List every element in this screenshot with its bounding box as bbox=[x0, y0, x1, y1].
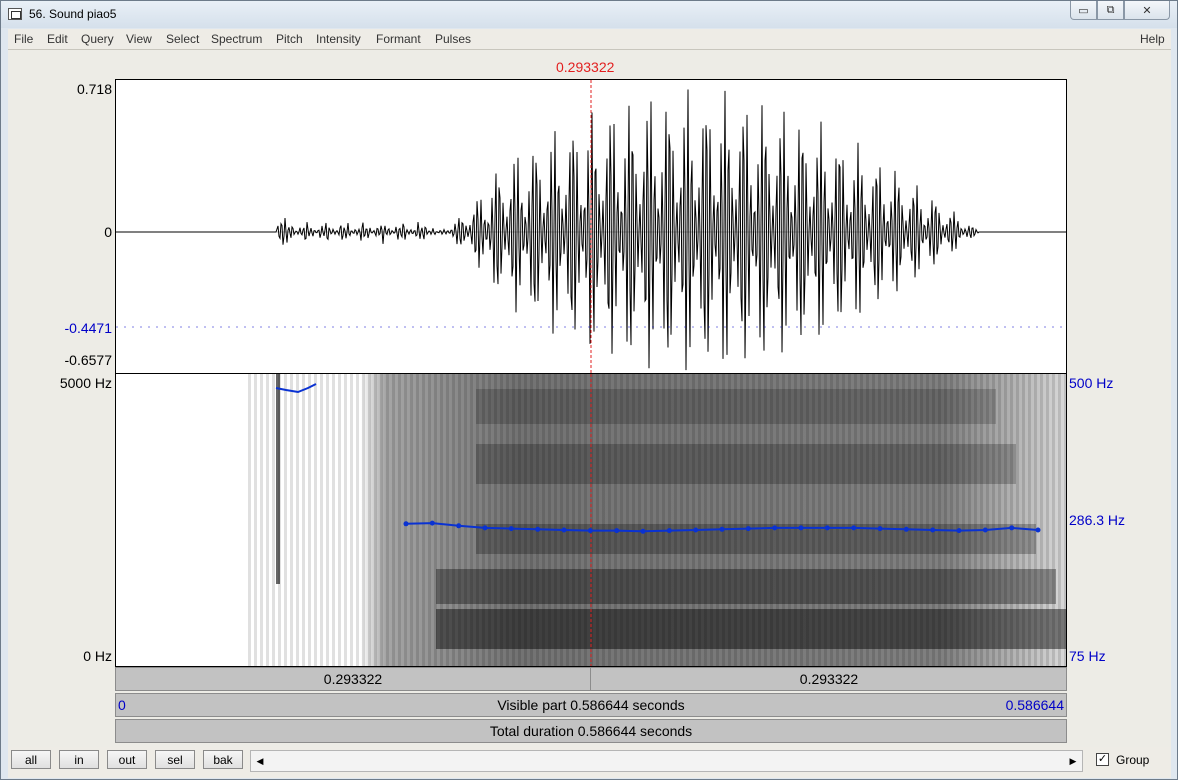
window-title: 56. Sound piao5 bbox=[29, 7, 117, 21]
editor-area: 0.293322 0.718 0 -0.4471 -0.6577 5000 Hz… bbox=[8, 50, 1171, 778]
burst-stripe bbox=[276, 374, 280, 584]
pitch-point bbox=[403, 521, 409, 527]
pitch-min-label: 75 Hz bbox=[1069, 648, 1106, 664]
pitch-point bbox=[640, 528, 646, 534]
formant-band-2 bbox=[436, 569, 1056, 604]
group-label: Group bbox=[1116, 753, 1150, 767]
pitch-point bbox=[456, 523, 462, 529]
pitch-point bbox=[877, 526, 883, 532]
pitch-point bbox=[982, 527, 988, 533]
restore-button[interactable]: ⧉ bbox=[1097, 1, 1124, 20]
waveform-y-min: -0.6577 bbox=[64, 352, 112, 368]
menu-formant[interactable]: Formant bbox=[376, 32, 421, 46]
right-segment-duration[interactable]: 0.293322 bbox=[592, 671, 1066, 687]
visible-part-bar[interactable]: 0 Visible part 0.586644 seconds 0.586644 bbox=[115, 693, 1067, 717]
pitch-point bbox=[1035, 527, 1041, 533]
spectrogram-freq-max: 5000 Hz bbox=[59, 375, 112, 391]
title-bar: 56. Sound piao5 ▭ ⧉ ✕ bbox=[1, 1, 1177, 28]
formant-band-5 bbox=[476, 389, 996, 424]
pitch-point bbox=[956, 528, 962, 534]
visible-part-label: Visible part 0.586644 seconds bbox=[497, 697, 685, 713]
menu-pitch[interactable]: Pitch bbox=[276, 32, 303, 46]
menu-bar: File Edit Query View Select Spectrum Pit… bbox=[8, 29, 1171, 50]
pitch-point bbox=[930, 527, 936, 533]
pitch-point bbox=[1009, 525, 1015, 531]
pitch-point bbox=[798, 525, 804, 531]
zoom-out-button[interactable]: out bbox=[107, 750, 147, 769]
pitch-max-label: 500 Hz bbox=[1069, 375, 1114, 391]
pitch-point bbox=[666, 528, 672, 534]
pitch-point bbox=[614, 528, 620, 534]
pitch-point bbox=[824, 525, 830, 531]
total-duration-bar[interactable]: Total duration 0.586644 seconds bbox=[115, 719, 1067, 743]
pitch-point bbox=[561, 527, 567, 533]
cursor-time-readout: 0.293322 bbox=[556, 59, 615, 75]
menu-view[interactable]: View bbox=[126, 32, 152, 46]
waveform-y-zero: 0 bbox=[104, 224, 112, 240]
spectrogram-plot bbox=[246, 374, 1066, 666]
menu-intensity[interactable]: Intensity bbox=[316, 32, 361, 46]
zoom-selection-button[interactable]: sel bbox=[155, 750, 195, 769]
praat-sound-window: 56. Sound piao5 ▭ ⧉ ✕ File Edit Query Vi… bbox=[0, 0, 1178, 780]
close-button[interactable]: ✕ bbox=[1124, 1, 1170, 20]
formant-band-1 bbox=[436, 609, 1066, 649]
zoom-back-button[interactable]: bak bbox=[203, 750, 243, 769]
pitch-point bbox=[719, 526, 725, 532]
waveform-y-max: 0.718 bbox=[76, 81, 112, 97]
total-duration-label: Total duration 0.586644 seconds bbox=[489, 723, 693, 739]
scroll-right-icon[interactable]: ▶ bbox=[1064, 751, 1082, 771]
pitch-point bbox=[587, 528, 593, 534]
bottom-controls: all in out sel bak ◀ ▶ ✓ Group bbox=[8, 747, 1171, 778]
pitch-cursor-label: 286.3 Hz bbox=[1069, 512, 1126, 528]
pitch-point bbox=[429, 520, 435, 526]
minimize-button[interactable]: ▭ bbox=[1070, 1, 1097, 20]
waveform-plot bbox=[116, 80, 1066, 373]
pitch-point bbox=[535, 526, 541, 532]
pitch-point bbox=[482, 525, 488, 531]
menu-edit[interactable]: Edit bbox=[47, 32, 68, 46]
menu-spectrum[interactable]: Spectrum bbox=[211, 32, 262, 46]
menu-query[interactable]: Query bbox=[81, 32, 114, 46]
horizontal-scrollbar[interactable]: ◀ ▶ bbox=[250, 750, 1083, 772]
pitch-point bbox=[903, 526, 909, 532]
selection-bar[interactable]: 0.293322 0.293322 bbox=[115, 667, 1067, 691]
pitch-point bbox=[772, 525, 778, 531]
menu-pulses[interactable]: Pulses bbox=[435, 32, 471, 46]
app-icon bbox=[8, 8, 22, 20]
window-controls: ▭ ⧉ ✕ bbox=[1070, 1, 1170, 20]
segment-divider bbox=[590, 668, 591, 690]
zoom-in-button[interactable]: in bbox=[59, 750, 99, 769]
pitch-point bbox=[745, 526, 751, 532]
waveform-cursor-value: -0.4471 bbox=[64, 320, 112, 336]
pitch-point bbox=[508, 526, 514, 532]
group-checkbox[interactable]: ✓ bbox=[1096, 753, 1109, 766]
waveform-panel[interactable] bbox=[115, 79, 1067, 374]
visible-end: 0.586644 bbox=[1005, 697, 1064, 713]
pitch-point bbox=[851, 525, 857, 531]
menu-help[interactable]: Help bbox=[1140, 32, 1165, 46]
view-all-button[interactable]: all bbox=[11, 750, 51, 769]
menu-select[interactable]: Select bbox=[166, 32, 199, 46]
scroll-left-icon[interactable]: ◀ bbox=[251, 751, 269, 771]
pitch-point bbox=[693, 527, 699, 533]
spectrogram-panel[interactable] bbox=[115, 373, 1067, 667]
formant-band-4 bbox=[476, 444, 1016, 484]
spectrogram-freq-min: 0 Hz bbox=[83, 648, 112, 664]
left-segment-duration[interactable]: 0.293322 bbox=[116, 671, 590, 687]
menu-file[interactable]: File bbox=[14, 32, 33, 46]
